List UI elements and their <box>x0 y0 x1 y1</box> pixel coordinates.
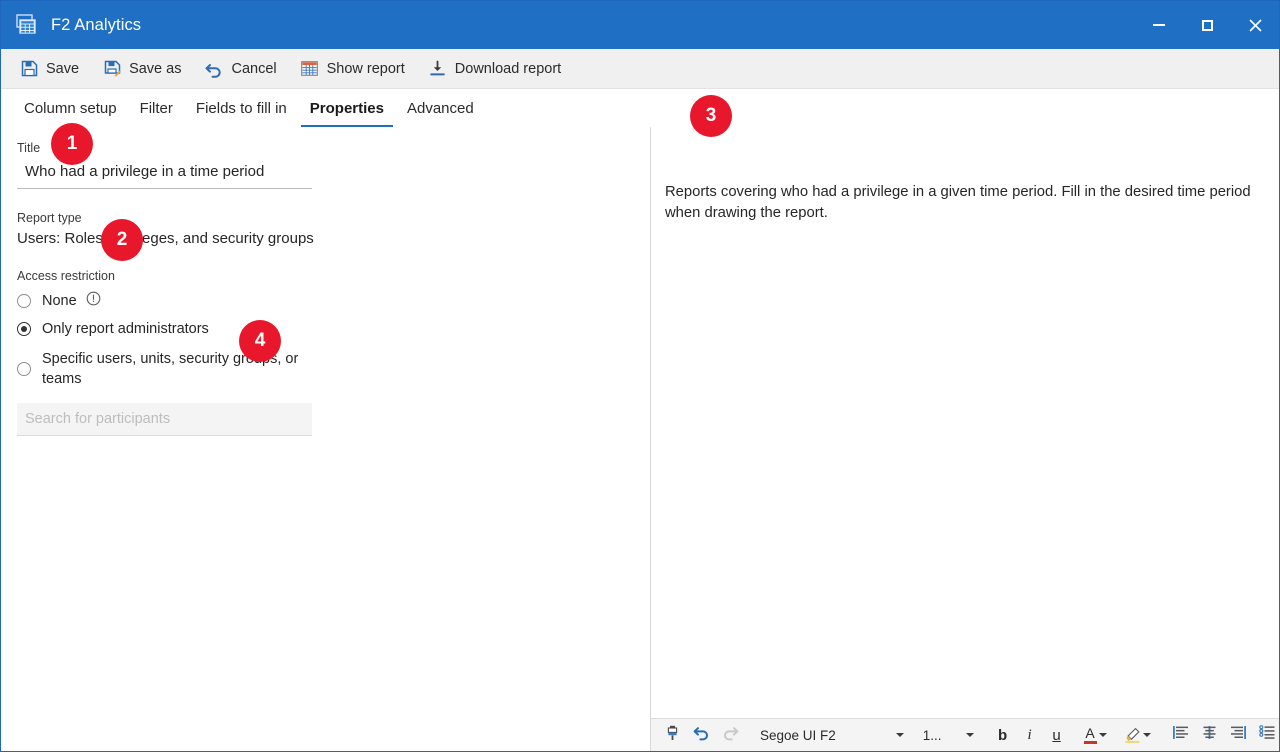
cancel-button-label: Cancel <box>231 61 276 77</box>
chevron-down-icon <box>966 733 974 737</box>
command-toolbar: Save Save as Cancel <box>1 49 1279 89</box>
chevron-down-icon <box>896 733 904 737</box>
description-pane: Reports covering who had a privilege in … <box>651 127 1279 752</box>
tab-properties-label: Properties <box>310 100 384 117</box>
font-family-value: Segoe UI F2 <box>752 728 842 743</box>
align-left-button[interactable] <box>1168 722 1194 748</box>
application-window: F2 Analytics <box>0 0 1280 752</box>
save-icon <box>20 60 38 78</box>
access-option-specific-users[interactable]: Specific users, units, security groups, … <box>17 349 650 389</box>
undo-button[interactable] <box>688 722 714 748</box>
download-report-button-label: Download report <box>455 61 561 77</box>
redo-button[interactable] <box>717 722 743 748</box>
minimize-button[interactable] <box>1135 1 1183 49</box>
access-option-none[interactable]: None <box>17 291 650 311</box>
tab-filter[interactable]: Filter <box>131 100 182 127</box>
show-report-button-label: Show report <box>327 61 405 77</box>
font-family-select[interactable]: Segoe UI F2 <box>752 722 911 748</box>
access-option-only-report-administrators[interactable]: Only report administrators <box>17 319 650 339</box>
bullet-list-icon <box>1259 725 1276 745</box>
align-left-icon <box>1172 725 1189 745</box>
save-as-icon <box>103 60 121 78</box>
align-center-icon <box>1201 725 1218 745</box>
align-right-button[interactable] <box>1226 722 1252 748</box>
save-button[interactable]: Save <box>11 54 88 84</box>
window-title: F2 Analytics <box>51 16 141 35</box>
bold-label: b <box>998 727 1007 744</box>
cancel-button[interactable]: Cancel <box>196 54 285 84</box>
highlight-color-button[interactable] <box>1118 722 1158 748</box>
table-grid-icon <box>301 60 319 78</box>
underline-button[interactable]: u <box>1045 722 1069 748</box>
tab-advanced[interactable]: Advanced <box>398 100 483 127</box>
font-size-select[interactable]: 1... <box>915 722 981 748</box>
access-restriction-label: Access restriction <box>17 269 650 283</box>
format-painter-icon <box>665 725 680 746</box>
access-option-none-label: None <box>42 291 77 311</box>
rich-text-toolbar: Segoe UI F2 1... b i u A <box>651 718 1279 751</box>
undo-icon <box>693 725 710 746</box>
save-as-button-label: Save as <box>129 61 181 77</box>
close-button[interactable] <box>1231 1 1279 49</box>
text-color-button[interactable]: A <box>1078 722 1114 748</box>
download-icon <box>429 60 447 78</box>
properties-form-pane: Title Report type Users: Roles, privileg… <box>1 127 650 752</box>
radio-specific-users[interactable] <box>17 362 31 376</box>
chevron-down-icon <box>1099 733 1107 737</box>
report-type-label: Report type <box>17 211 650 225</box>
save-button-label: Save <box>46 61 79 77</box>
show-report-button[interactable]: Show report <box>292 54 414 84</box>
download-report-button[interactable]: Download report <box>420 54 570 84</box>
align-right-icon <box>1230 725 1247 745</box>
text-color-icon: A <box>1078 727 1097 744</box>
description-text[interactable]: Reports covering who had a privilege in … <box>665 182 1265 224</box>
title-input[interactable] <box>17 161 312 189</box>
close-icon <box>1249 19 1262 32</box>
info-exclamation-icon[interactable] <box>86 291 101 306</box>
tab-fields-to-fill-in[interactable]: Fields to fill in <box>187 100 296 127</box>
report-type-value: Users: Roles, privileges, and security g… <box>17 230 650 247</box>
tab-properties[interactable]: Properties <box>301 100 393 127</box>
maximize-icon <box>1202 20 1213 31</box>
title-label: Title <box>17 141 650 155</box>
tab-column-setup[interactable]: Column setup <box>15 100 126 127</box>
title-bar: F2 Analytics <box>1 1 1279 49</box>
font-size-value: 1... <box>915 728 948 743</box>
access-option-only-report-administrators-label: Only report administrators <box>42 319 209 339</box>
format-painter-button[interactable] <box>659 722 685 748</box>
underline-label: u <box>1052 727 1060 744</box>
tab-filter-label: Filter <box>140 100 173 117</box>
highlight-pen-icon <box>1118 727 1141 743</box>
maximize-button[interactable] <box>1183 1 1231 49</box>
bullet-list-button[interactable] <box>1255 722 1280 748</box>
italic-label: i <box>1027 727 1031 744</box>
align-center-button[interactable] <box>1197 722 1223 748</box>
tab-fields-to-fill-in-label: Fields to fill in <box>196 100 287 117</box>
chevron-down-icon <box>1143 733 1151 737</box>
window-controls <box>1135 1 1279 49</box>
redo-icon <box>722 725 739 746</box>
radio-none[interactable] <box>17 294 31 308</box>
undo-arrow-icon <box>205 60 223 78</box>
search-participants-input[interactable] <box>17 403 312 436</box>
tab-column-setup-label: Column setup <box>24 100 117 117</box>
bold-button[interactable]: b <box>991 722 1015 748</box>
spreadsheet-icon <box>13 12 39 38</box>
italic-button[interactable]: i <box>1018 722 1042 748</box>
tab-advanced-label: Advanced <box>407 100 474 117</box>
save-as-button[interactable]: Save as <box>94 54 190 84</box>
access-option-specific-users-label: Specific users, units, security groups, … <box>42 349 310 389</box>
tab-bar: Column setup Filter Fields to fill in Pr… <box>1 89 1279 127</box>
radio-only-report-administrators[interactable] <box>17 322 31 336</box>
content-area: Title Report type Users: Roles, privileg… <box>1 127 1279 752</box>
minimize-icon <box>1153 24 1165 26</box>
text-color-letter: A <box>1085 727 1094 740</box>
